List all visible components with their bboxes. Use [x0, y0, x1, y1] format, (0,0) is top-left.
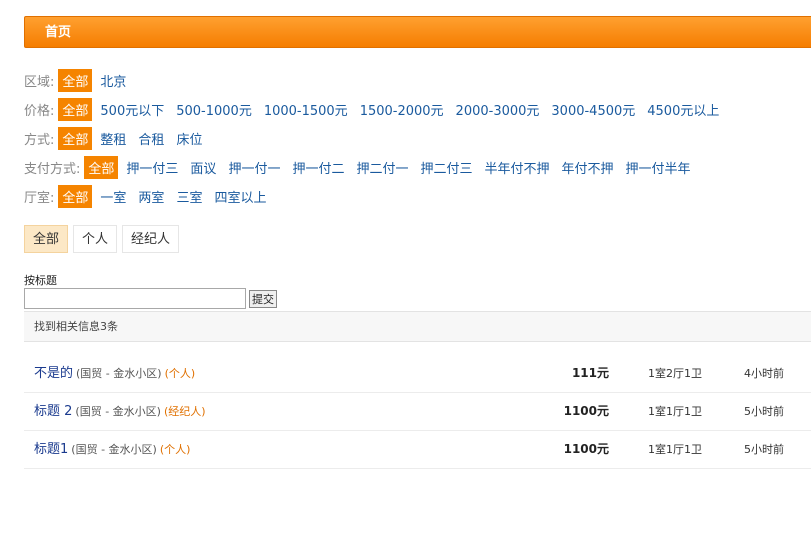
search-label: 按标题 — [24, 274, 57, 287]
filter-label: 厅室: — [24, 191, 55, 206]
filter-option[interactable]: 押一付二 — [292, 158, 344, 177]
filter-option[interactable]: 押一付一 — [228, 158, 280, 177]
tab-agent[interactable]: 经纪人 — [122, 225, 180, 253]
filter-option[interactable]: 两室 — [138, 187, 164, 206]
listing-table: 不是的 (国贸 - 金水小区) (个人) 111元 1室2厅1卫 4小时前 标题 2… — [24, 355, 811, 469]
filter-option[interactable]: 整租 — [100, 129, 126, 148]
table-row: 标题 2 (国贸 - 金水小区) (经纪人) 1100元 1室1厅1卫 5小时前 — [24, 393, 811, 431]
filter-option[interactable]: 四室以上 — [214, 187, 266, 206]
listing-price: 1100元 — [563, 404, 609, 418]
listing-title-link[interactable]: 标题1 — [34, 442, 68, 457]
filter-option[interactable]: 一室 — [100, 187, 126, 206]
header-bar: 首页 — [24, 16, 811, 48]
title-search-input[interactable] — [24, 288, 246, 309]
filter-option[interactable]: 押一付半年 — [626, 158, 691, 177]
submit-button[interactable]: 提交 — [249, 290, 277, 308]
listing-location: (国贸 - 金水小区) — [71, 443, 157, 456]
listing-layout: 1室1厅1卫 — [648, 405, 702, 418]
filter-row-region: 区域: 全部 北京 — [24, 66, 731, 95]
table-row: 不是的 (国贸 - 金水小区) (个人) 111元 1室2厅1卫 4小时前 — [24, 355, 811, 393]
filter-option[interactable]: 三室 — [176, 187, 202, 206]
filter-option[interactable]: 押二付三 — [420, 158, 472, 177]
filter-option[interactable]: 床位 — [176, 129, 202, 148]
filter-option[interactable]: 押一付三 — [126, 158, 178, 177]
filter-option[interactable]: 3000-4500元 — [551, 100, 635, 119]
filter-option[interactable]: 全部 — [58, 69, 93, 92]
listing-main-cell: 标题1 (国贸 - 金水小区) (个人) — [34, 431, 190, 468]
filter-option[interactable]: 1500-2000元 — [360, 100, 444, 119]
filter-label: 方式: — [24, 133, 55, 148]
filter-option[interactable]: 全部 — [84, 156, 119, 179]
listing-title-link[interactable]: 不是的 — [34, 366, 73, 381]
filter-label: 区域: — [24, 75, 55, 90]
filter-option[interactable]: 半年付不押 — [485, 158, 550, 177]
listing-layout: 1室1厅1卫 — [648, 443, 702, 456]
listing-price: 111元 — [571, 366, 609, 380]
filter-row-payment: 支付方式: 全部 押一付三 面议 押一付一 押一付二 押二付一 押二付三 半年付… — [24, 153, 731, 182]
filter-panel: 区域: 全部 北京 价格: 全部 500元以下 500-1000元 1000-1… — [24, 66, 731, 211]
filter-option[interactable]: 面议 — [190, 158, 216, 177]
filter-row-price: 价格: 全部 500元以下 500-1000元 1000-1500元 1500-… — [24, 95, 731, 124]
filter-label: 支付方式: — [24, 162, 81, 177]
filter-row-rooms: 厅室: 全部 一室 两室 三室 四室以上 — [24, 182, 731, 211]
nav-home-link[interactable]: 首页 — [45, 17, 71, 48]
listing-time: 5小时前 — [744, 405, 784, 418]
top-cropped-text: ▀▀ — [560, 0, 588, 2]
result-count-text: 找到相关信息3条 — [34, 320, 118, 333]
filter-option[interactable]: 500-1000元 — [176, 100, 252, 119]
filter-option[interactable]: 全部 — [58, 185, 93, 208]
listing-main-cell: 不是的 (国贸 - 金水小区) (个人) — [34, 355, 195, 392]
filter-option[interactable]: 500元以下 — [100, 100, 164, 119]
filter-option[interactable]: 北京 — [100, 71, 126, 90]
filter-option[interactable]: 全部 — [58, 98, 93, 121]
listing-location: (国贸 - 金水小区) — [75, 405, 161, 418]
listing-layout: 1室2厅1卫 — [648, 367, 702, 380]
listing-poster-tag: (经纪人) — [163, 405, 206, 418]
listing-time: 4小时前 — [744, 367, 784, 380]
filter-option[interactable]: 全部 — [58, 127, 93, 150]
tab-all[interactable]: 全部 — [24, 225, 69, 253]
filter-option[interactable]: 合租 — [138, 129, 164, 148]
filter-option[interactable]: 2000-3000元 — [456, 100, 540, 119]
filter-row-rent-type: 方式: 全部 整租 合租 床位 — [24, 124, 731, 153]
listing-location: (国贸 - 金水小区) — [76, 367, 162, 380]
filter-option[interactable]: 4500元以上 — [647, 100, 719, 119]
listing-poster-tag: (个人) — [159, 443, 191, 456]
listing-title-link[interactable]: 标题 2 — [34, 404, 72, 419]
result-summary-bar: 找到相关信息3条 — [24, 311, 811, 342]
filter-option[interactable]: 押二付一 — [356, 158, 408, 177]
poster-type-tabs: 全部 个人 经纪人 — [24, 225, 184, 253]
listing-poster-tag: (个人) — [164, 367, 196, 380]
listing-price: 1100元 — [563, 442, 609, 456]
filter-option[interactable]: 1000-1500元 — [264, 100, 348, 119]
filter-label: 价格: — [24, 104, 55, 119]
listing-time: 5小时前 — [744, 443, 784, 456]
filter-option[interactable]: 年付不押 — [562, 158, 614, 177]
listing-main-cell: 标题 2 (国贸 - 金水小区) (经纪人) — [34, 393, 206, 430]
table-row: 标题1 (国贸 - 金水小区) (个人) 1100元 1室1厅1卫 5小时前 — [24, 431, 811, 469]
tab-individual[interactable]: 个人 — [73, 225, 118, 253]
